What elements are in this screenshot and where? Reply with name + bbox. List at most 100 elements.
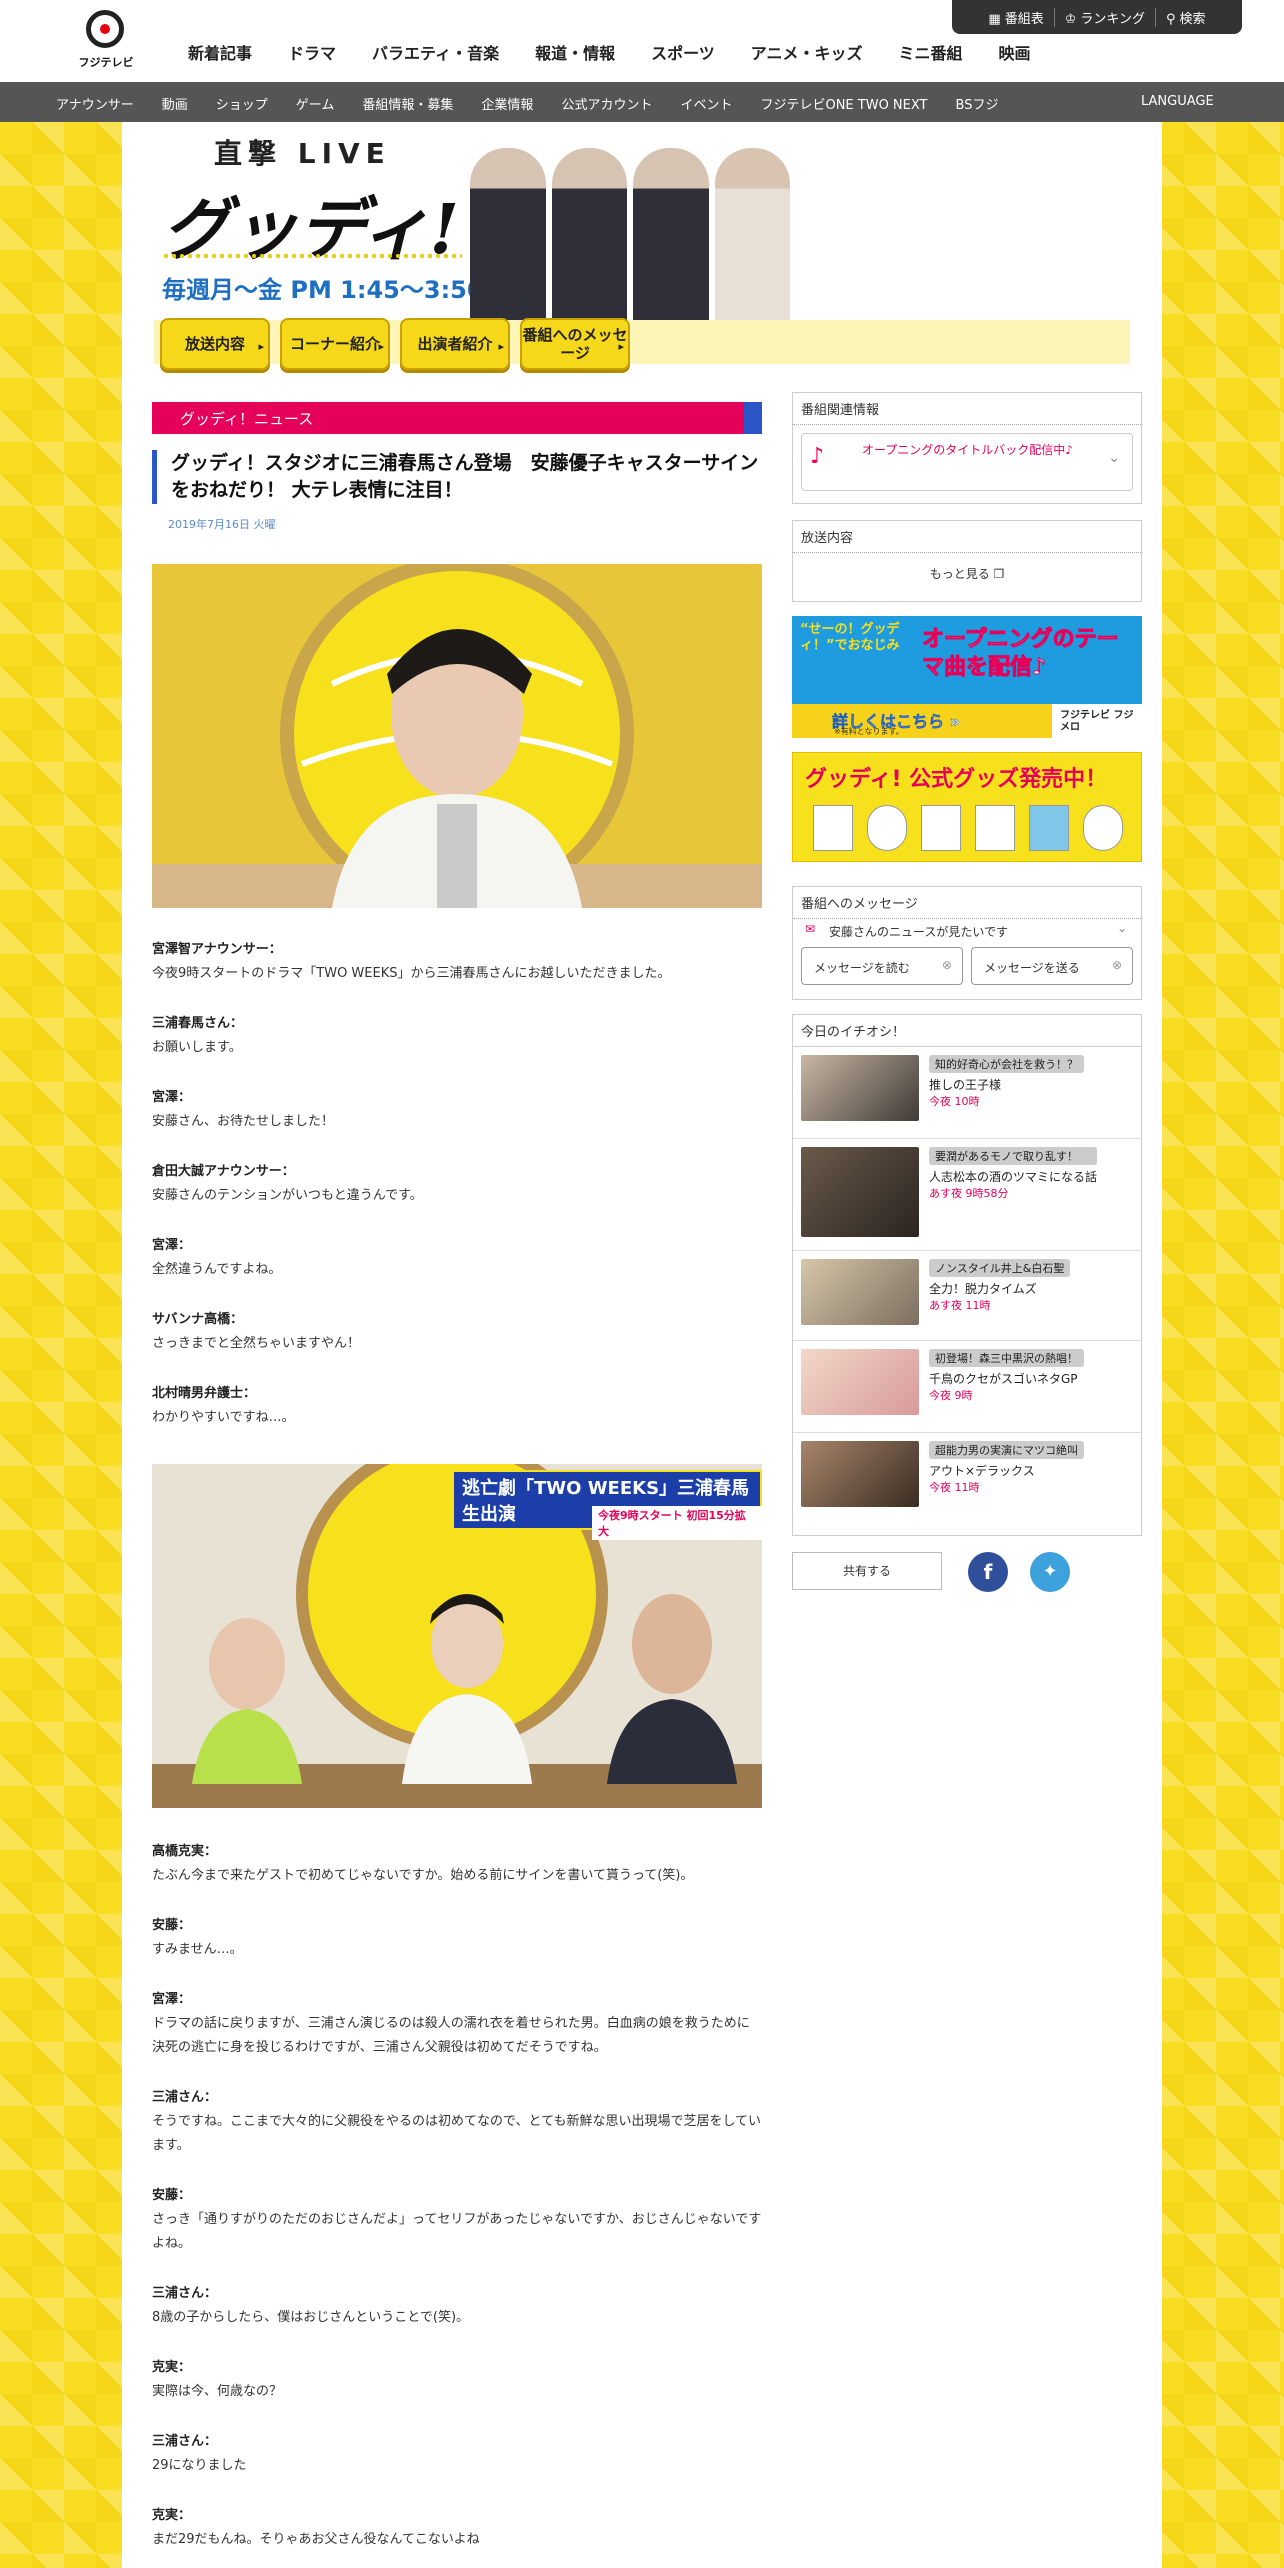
promo-title: オープニングのテーマ曲を配信♪	[922, 627, 1120, 681]
corner-intro-button[interactable]: コーナー紹介	[280, 318, 390, 370]
line: 実際は今、何歳なの？	[152, 2384, 283, 2399]
eye-mark-icon	[86, 10, 124, 48]
subnav-video[interactable]: 動画	[162, 94, 188, 113]
read-message-button[interactable]: メッセージを読む ⊗	[801, 947, 963, 985]
nav-item-new[interactable]: 新着記事	[170, 40, 270, 64]
subnav-announcer[interactable]: アナウンサー	[56, 94, 134, 113]
pick-box: 今日のイチオシ！ 知的好奇心が会社を救う！？ 推しの王子様 今夜 10時 要潤がある…	[792, 1014, 1142, 1536]
pick-tag: 初登場！森三中黒沢の熱唱！	[929, 1349, 1084, 1367]
speaker: 三浦春馬さん：	[152, 1016, 244, 1031]
pick-item[interactable]: 超能力男の実演にマツコ絶叫アウト×デラックス 今夜 11時	[793, 1433, 1141, 1523]
subnav-program-info[interactable]: 番組情報・募集	[362, 94, 453, 113]
line: ドラマの話に戻りますが、三浦さん演じるのは殺人の濡れ衣を着せられた男。白血病の娘…	[152, 2016, 750, 2055]
theme-song-promo[interactable]: “せーの！グッディ！”でおなじみ オープニングのテーマ曲を配信♪ 詳しくはこちら…	[792, 616, 1142, 738]
nav-item-news[interactable]: 報道・情報	[517, 40, 633, 64]
speaker: 宮澤：	[152, 1992, 192, 2007]
related-info-text: オープニングのタイトルバック配信中♪	[862, 443, 1073, 457]
main-nav: 新着記事 ドラマ バラエティ・音楽 報道・情報 スポーツ アニメ・キッズ ミニ番…	[170, 40, 1049, 64]
speaker: 宮澤：	[152, 1238, 192, 1253]
language-link[interactable]: LANGUAGE	[1141, 94, 1214, 109]
related-info-item[interactable]: ♪ オープニングのタイトルバック配信中♪ ⌄	[801, 433, 1133, 491]
share-label: 共有する	[792, 1552, 942, 1590]
line: まだ29だもんね。そりゃあお父さん役なんてこないよね	[152, 2532, 480, 2547]
speaker: 安藤：	[152, 2188, 192, 2203]
twitter-icon[interactable]: ✦	[1030, 1552, 1070, 1592]
utility-bar: ▦ 番組表 ♔ ランキング ⚲ 検索	[952, 0, 1242, 34]
pick-time: あす夜 11時	[929, 1299, 991, 1312]
line: すみません…。	[152, 1942, 243, 1957]
more-link[interactable]: もっと見る ❐	[793, 553, 1141, 582]
subnav-bsfuji[interactable]: BSフジ	[956, 94, 999, 113]
pick-thumbnail	[801, 1259, 919, 1325]
subnav-one-two-next[interactable]: フジテレビONE TWO NEXT	[760, 94, 927, 113]
subnav-shop[interactable]: ショップ	[216, 94, 268, 113]
speaker: 三浦さん：	[152, 2434, 218, 2449]
pick-time: あす夜 9時58分	[929, 1187, 1009, 1200]
message-buttons: メッセージを読む ⊗ メッセージを送る ⊗	[793, 943, 1141, 989]
line: そうですね。ここまで大々的に父親役をやるのは初めてなので、とても新鮮な思い出現場…	[152, 2114, 762, 2153]
goods-promo[interactable]: グッディ! 公式グッズ発売中！	[792, 752, 1142, 862]
logo-text: フジテレビ	[78, 56, 134, 69]
subnav-game[interactable]: ゲーム	[296, 94, 335, 113]
nav-item-mini[interactable]: ミニ番組	[880, 40, 980, 64]
sub-nav: アナウンサー 動画 ショップ ゲーム 番組情報・募集 企業情報 公式アカウント …	[0, 82, 1284, 122]
cast-intro-button[interactable]: 出演者紹介	[400, 318, 510, 370]
pick-time: 今夜 11時	[929, 1481, 980, 1494]
ranking-link[interactable]: ♔ ランキング	[1055, 7, 1157, 27]
pick-name: 全力！脱力タイムズ	[929, 1282, 1037, 1296]
speaker: 三浦さん：	[152, 2286, 218, 2301]
pick-item[interactable]: 要潤があるモノで取り乱す！ 人志松本の酒のツマミになる話 あす夜 9時58分	[793, 1139, 1141, 1251]
broadcast-content-button[interactable]: 放送内容	[160, 318, 270, 370]
article-date: 2019年7月16日 火曜	[168, 518, 276, 531]
pick-tag: 要潤があるモノで取り乱す！	[929, 1147, 1098, 1165]
speaker: 安藤：	[152, 1918, 192, 1933]
speaker: 北村晴男弁護士：	[152, 1386, 257, 1401]
subnav-corporate[interactable]: 企業情報	[481, 94, 533, 113]
goods-promo-title: グッディ! 公式グッズ発売中！	[805, 767, 1108, 792]
grid-icon: ▦	[988, 11, 1001, 27]
goods-items	[813, 805, 1123, 851]
mail-icon: ✉	[805, 922, 816, 936]
subnav-accounts[interactable]: 公式アカウント	[561, 94, 652, 113]
dialogue-block-2: 高橋克実： たぶん今まで来たゲストで初めてじゃないですか。始める前にサインを書いて…	[152, 1840, 762, 2552]
pick-tag: 超能力男の実演にマツコ絶叫	[929, 1441, 1084, 1459]
schedule-link[interactable]: ▦ 番組表	[978, 7, 1055, 27]
pick-tag: ノンスタイル井上&白石聖	[929, 1259, 1071, 1277]
line: 全然違うんですよね。	[152, 1262, 282, 1277]
pick-item[interactable]: 初登場！森三中黒沢の熱唱！ 千鳥のクセがスゴいネタGP 今夜 9時	[793, 1341, 1141, 1433]
pick-name: アウト×デラックス	[929, 1464, 1035, 1478]
crown-icon: ♔	[1064, 11, 1077, 27]
pick-item[interactable]: 知的好奇心が会社を救う！？ 推しの王子様 今夜 10時	[793, 1047, 1141, 1139]
window-icon: ❐	[993, 567, 1005, 581]
nav-item-sports[interactable]: スポーツ	[633, 40, 733, 64]
circle-close-icon: ⊗	[1111, 958, 1122, 972]
message-head: 番組へのメッセージ	[793, 887, 1141, 919]
pick-name: 人志松本の酒のツマミになる話	[929, 1170, 1098, 1184]
related-info-box: 番組関連情報 ♪ オープニングのタイトルバック配信中♪ ⌄	[792, 392, 1142, 504]
search-link[interactable]: ⚲ 検索	[1156, 8, 1216, 27]
banner-schedule: 毎週月〜金 PM 1:45〜3:50	[162, 276, 484, 304]
pick-tag: 知的好奇心が会社を救う！？	[929, 1055, 1084, 1073]
line: 安藤さんのテンションがいつもと違うんです。	[152, 1188, 423, 1203]
message-button[interactable]: 番組へのメッセージ	[520, 318, 630, 370]
fujitv-logo[interactable]: フジテレビ	[70, 8, 140, 70]
pick-thumbnail	[801, 1441, 919, 1507]
pick-time: 今夜 9時	[929, 1389, 973, 1402]
nav-item-anime[interactable]: アニメ・キッズ	[733, 40, 881, 64]
nav-item-drama[interactable]: ドラマ	[270, 40, 354, 64]
pick-item[interactable]: ノンスタイル井上&白石聖全力！脱力タイムズ あす夜 11時	[793, 1251, 1141, 1341]
main-content: 直撃 LIVE グッディ! 毎週月〜金 PM 1:45〜3:50 放送内容 コー…	[122, 122, 1162, 2568]
speaker: 宮澤：	[152, 1090, 192, 1105]
message-box: 番組へのメッセージ ✉ 安藤さんのニュースが見たいです ⌄ メッセージを読む ⊗ …	[792, 886, 1142, 1000]
banner-title-small: 直撃 LIVE	[214, 137, 391, 170]
facebook-icon[interactable]: f	[968, 1552, 1008, 1592]
pick-thumbnail	[801, 1147, 919, 1237]
subnav-event[interactable]: イベント	[680, 94, 732, 113]
line: さっきまでと全然ちゃいますやん！	[152, 1336, 361, 1351]
article-title: グッディ！スタジオに三浦春馬さん登場 安藤優子キャスターサインをおねだり！ 大テ…	[152, 450, 762, 504]
nav-item-movie[interactable]: 映画	[980, 40, 1048, 64]
article-photo-1	[152, 564, 762, 908]
message-topic[interactable]: ✉ 安藤さんのニュースが見たいです ⌄	[793, 919, 1141, 943]
send-message-button[interactable]: メッセージを送る ⊗	[971, 947, 1133, 985]
nav-item-variety[interactable]: バラエティ・音楽	[354, 40, 517, 64]
